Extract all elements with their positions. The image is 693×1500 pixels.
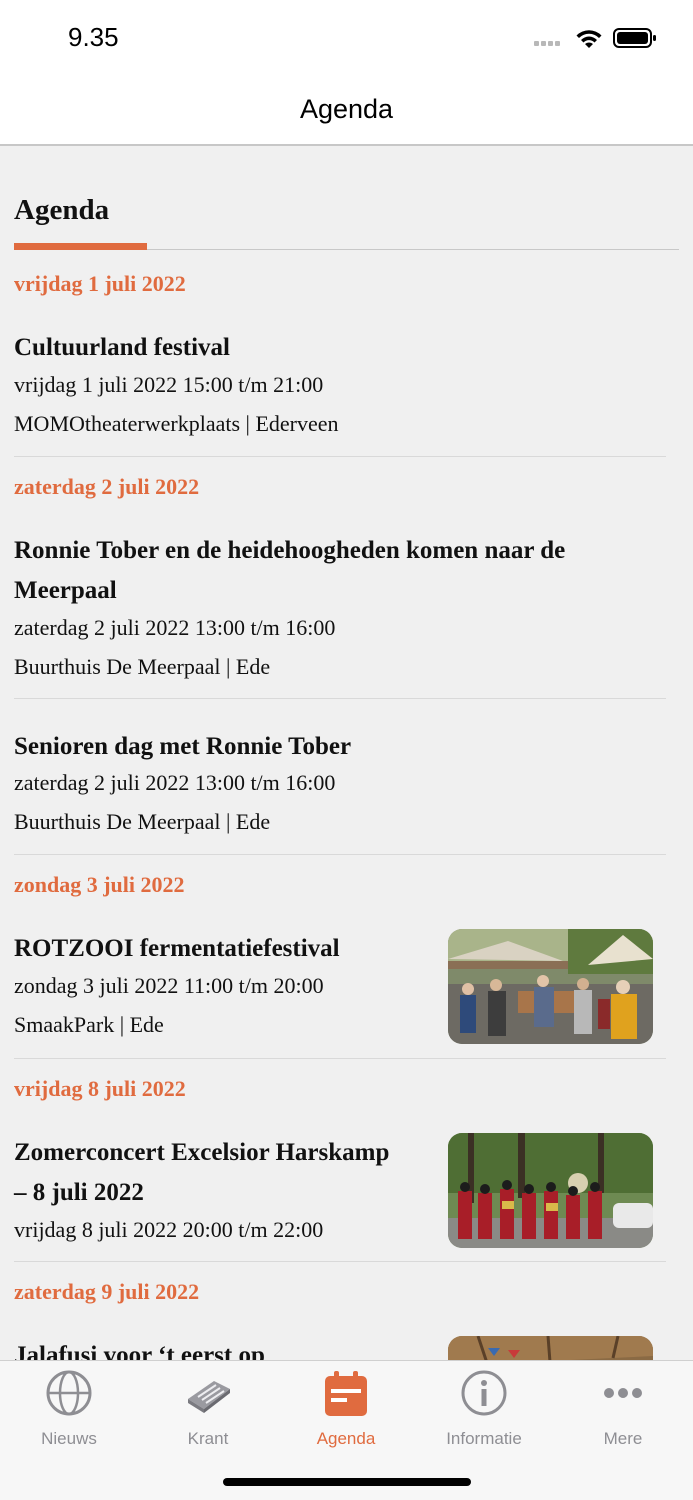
event-thumbnail bbox=[448, 1336, 653, 1360]
tab-agenda[interactable]: Agenda bbox=[277, 1369, 415, 1449]
heading-accent-bar bbox=[14, 243, 147, 250]
divider bbox=[14, 1058, 666, 1059]
event-title-line2: Meerpaal bbox=[14, 577, 117, 604]
date-header: vrijdag 1 juli 2022 bbox=[14, 271, 186, 296]
tab-label: Nieuws bbox=[41, 1429, 97, 1448]
tab-label: Krant bbox=[187, 1429, 229, 1448]
event-location: MOMOtheaterwerkplaats | Ederveen bbox=[14, 411, 339, 436]
tab-nieuws[interactable]: Nieuws bbox=[0, 1369, 138, 1449]
tab-label: Mere bbox=[603, 1429, 643, 1448]
event-thumbnail-market bbox=[448, 929, 653, 1044]
event-location: SmaakPark | Ede bbox=[14, 1012, 164, 1037]
divider bbox=[14, 1261, 666, 1262]
date-header: zaterdag 2 juli 2022 bbox=[14, 474, 200, 499]
section-heading: Agenda bbox=[14, 194, 110, 226]
tab-mere[interactable]: Mere bbox=[554, 1369, 692, 1449]
divider bbox=[14, 698, 666, 699]
status-bar: 9.35 bbox=[0, 0, 693, 78]
event-time: zaterdag 2 juli 2022 13:00 t/m 16:00 bbox=[14, 770, 336, 795]
event-location: Buurthuis De Meerpaal | Ede bbox=[14, 654, 271, 679]
wifi-icon bbox=[576, 30, 602, 48]
date-header: zaterdag 9 juli 2022 bbox=[14, 1279, 200, 1304]
event-title: ROTZOOI fermentatiefestival bbox=[14, 935, 340, 962]
event-title: Cultuurland festival bbox=[14, 334, 231, 361]
tab-informatie[interactable]: Informatie bbox=[415, 1369, 553, 1449]
event-title: Jalafusi voor ‘t eerst op bbox=[14, 1342, 265, 1360]
info-icon bbox=[461, 1370, 507, 1416]
globe-icon bbox=[46, 1370, 92, 1416]
tab-label: Informatie bbox=[446, 1429, 522, 1448]
event-thumbnail-band bbox=[448, 1133, 653, 1248]
event-time: zondag 3 juli 2022 11:00 t/m 20:00 bbox=[14, 973, 324, 998]
date-header: zondag 3 juli 2022 bbox=[14, 872, 185, 897]
event-title: Zomerconcert Excelsior Harskamp bbox=[14, 1139, 390, 1166]
cellular-signal-icon bbox=[534, 41, 566, 47]
newspaper-icon bbox=[188, 1381, 230, 1413]
event-title-line2: – 8 juli 2022 bbox=[14, 1179, 144, 1206]
tab-krant[interactable]: Krant bbox=[139, 1369, 277, 1449]
event-title: Senioren dag met Ronnie Tober bbox=[14, 733, 352, 760]
divider bbox=[14, 854, 666, 855]
battery-icon bbox=[613, 28, 656, 48]
event-title: Ronnie Tober en de heidehoogheden komen … bbox=[14, 537, 566, 564]
event-time: zaterdag 2 juli 2022 13:00 t/m 16:00 bbox=[14, 615, 336, 640]
more-icon bbox=[604, 1388, 642, 1398]
divider bbox=[14, 456, 666, 457]
event-time: vrijdag 8 juli 2022 20:00 t/m 22:00 bbox=[14, 1217, 324, 1242]
status-time: 9.35 bbox=[68, 22, 119, 52]
event-location: Buurthuis De Meerpaal | Ede bbox=[14, 809, 271, 834]
event-time: vrijdag 1 juli 2022 15:00 t/m 21:00 bbox=[14, 372, 324, 397]
home-indicator[interactable] bbox=[223, 1478, 471, 1486]
page-title: Agenda bbox=[299, 94, 394, 124]
agenda-list[interactable]: Agenda vrijdag 1 juli 2022 Cultuurland f… bbox=[0, 148, 693, 1360]
tab-label: Agenda bbox=[316, 1429, 376, 1448]
calendar-icon bbox=[325, 1371, 367, 1416]
date-header: vrijdag 8 juli 2022 bbox=[14, 1076, 186, 1101]
navigation-bar: Agenda bbox=[0, 78, 693, 146]
